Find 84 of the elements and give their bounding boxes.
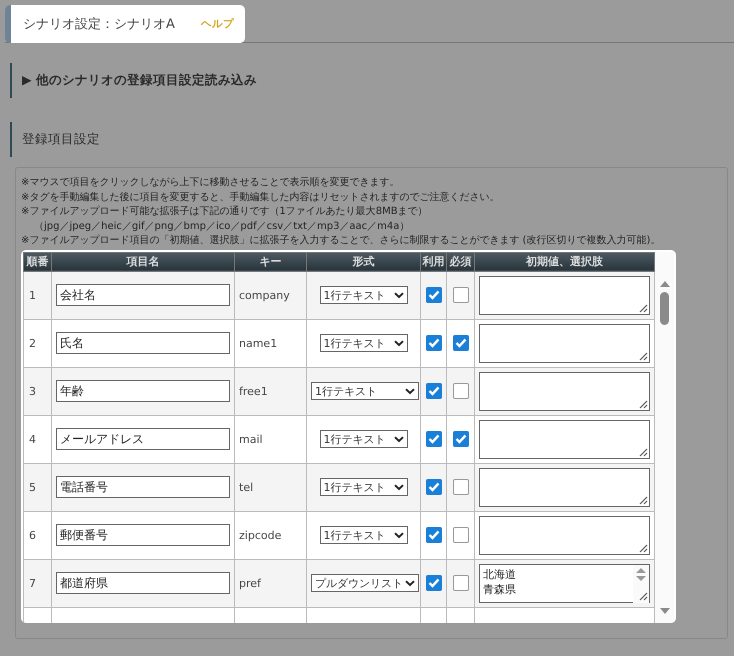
scrollbar[interactable] bbox=[655, 252, 674, 622]
resize-grip-icon bbox=[639, 544, 648, 552]
format-select[interactable]: 1行テキスト bbox=[320, 430, 408, 448]
initial-value-field[interactable] bbox=[479, 420, 650, 458]
chevron-down-icon bbox=[405, 580, 415, 586]
order-cell: 4 bbox=[24, 415, 52, 463]
note-text: ※ファイルアップロード可能な拡張子は下記の通りです（1ファイルあたり最大8MBまで） bbox=[21, 205, 429, 219]
column-header: 項目名 bbox=[52, 252, 234, 271]
initial-value-field[interactable] bbox=[479, 516, 650, 554]
format-select[interactable]: 1行テキスト bbox=[320, 526, 408, 544]
item-name-field[interactable]: 電話番号 bbox=[56, 476, 230, 498]
chevron-down-icon bbox=[394, 484, 404, 490]
key-cell: pref bbox=[234, 559, 306, 607]
column-header: キー bbox=[234, 252, 306, 271]
resize-grip-icon bbox=[639, 448, 648, 456]
item-name-field[interactable]: 郵便番号 bbox=[56, 524, 230, 546]
key-cell: tel bbox=[234, 463, 306, 511]
item-name-field[interactable]: 氏名 bbox=[56, 332, 230, 354]
order-cell: 1 bbox=[24, 271, 52, 319]
required-checkbox[interactable] bbox=[452, 527, 468, 543]
required-checkbox[interactable] bbox=[452, 431, 468, 447]
initial-value-field[interactable]: 北海道 青森県 bbox=[479, 564, 650, 602]
column-header: 初期値、選択肢 bbox=[474, 252, 654, 271]
column-header: 順番 bbox=[24, 252, 52, 271]
format-select[interactable]: 1行テキスト bbox=[320, 286, 408, 304]
key-cell: free1 bbox=[234, 367, 306, 415]
use-checkbox[interactable] bbox=[426, 431, 442, 447]
note-text: ※タグを手動編集した後に項目を変更すると、手動編集した内容はリセットされますのでご注意ください。 bbox=[21, 190, 500, 204]
initial-value-field[interactable] bbox=[479, 324, 650, 362]
initial-value-field[interactable] bbox=[479, 276, 650, 314]
resize-grip-icon bbox=[639, 496, 648, 504]
format-select[interactable]: 1行テキスト bbox=[320, 478, 408, 496]
resize-grip-icon bbox=[639, 304, 648, 312]
section-toggle[interactable]: ▶ 他のシナリオの登録項目設定読み込み bbox=[10, 63, 734, 98]
required-checkbox[interactable] bbox=[452, 383, 468, 399]
chevron-down-icon bbox=[405, 388, 415, 394]
resize-grip-icon bbox=[639, 352, 648, 360]
column-header: 利用 bbox=[420, 252, 446, 271]
order-cell: 2 bbox=[24, 319, 52, 367]
scroll-thumb[interactable] bbox=[660, 292, 669, 324]
note-text: （jpg／jpeg／heic／gif／png／bmp／ico／pdf／csv／txt／mp3／aac／m4a） bbox=[33, 220, 410, 234]
initial-value-field[interactable] bbox=[479, 468, 650, 506]
item-name-field[interactable]: メールアドレス bbox=[56, 428, 230, 450]
note-text: ※ファイルアップロード項目の「初期値、選択肢」に拡張子を入力することで、さらに制限することができます (改行区切りで複数入力可能)。 bbox=[21, 234, 662, 248]
key-cell: mail bbox=[234, 415, 306, 463]
order-cell: 5 bbox=[24, 463, 52, 511]
scroll-up-icon[interactable] bbox=[658, 280, 670, 288]
note-text: ※マウスで項目をクリックしながら上下に移動させることで表示順を変更できます。 bbox=[21, 176, 400, 190]
order-cell: 3 bbox=[24, 367, 52, 415]
use-checkbox[interactable] bbox=[426, 527, 442, 543]
use-checkbox[interactable] bbox=[426, 335, 442, 351]
item-name-field[interactable]: 年齢 bbox=[56, 380, 230, 402]
key-cell: name1 bbox=[234, 319, 306, 367]
required-checkbox[interactable] bbox=[452, 287, 468, 303]
initial-value-field[interactable] bbox=[479, 372, 650, 410]
format-select[interactable]: プルダウンリスト bbox=[311, 574, 419, 592]
order-cell: 7 bbox=[24, 559, 52, 607]
use-checkbox[interactable] bbox=[426, 479, 442, 495]
order-cell: 6 bbox=[24, 511, 52, 559]
scroll-down-icon[interactable] bbox=[658, 606, 670, 614]
chevron-down-icon bbox=[394, 436, 404, 442]
use-checkbox[interactable] bbox=[426, 383, 442, 399]
item-name-field[interactable]: 会社名 bbox=[56, 284, 230, 306]
chevron-down-icon bbox=[394, 340, 404, 346]
format-select[interactable]: 1行テキスト bbox=[320, 334, 408, 352]
use-checkbox[interactable] bbox=[426, 575, 442, 591]
option-line: 北海道 bbox=[482, 566, 517, 582]
use-checkbox[interactable] bbox=[426, 287, 442, 303]
format-select[interactable]: 1行テキスト bbox=[311, 382, 419, 400]
chevron-down-icon bbox=[394, 532, 404, 538]
column-header: 必須 bbox=[446, 252, 474, 271]
resize-grip-icon bbox=[639, 592, 648, 600]
column-header: 形式 bbox=[306, 252, 420, 271]
resize-grip-icon bbox=[639, 400, 648, 408]
key-cell: company bbox=[234, 271, 306, 319]
required-checkbox[interactable] bbox=[452, 335, 468, 351]
option-line: 青森県 bbox=[482, 582, 517, 596]
item-name-field[interactable]: 都道府県 bbox=[56, 572, 230, 594]
required-checkbox[interactable] bbox=[452, 479, 468, 495]
required-checkbox[interactable] bbox=[452, 575, 468, 591]
section-heading: 登録項目設定 bbox=[10, 122, 734, 157]
chevron-down-icon bbox=[394, 292, 404, 298]
key-cell: zipcode bbox=[234, 511, 306, 559]
page-title: シナリオ設定：シナリオA bbox=[23, 16, 175, 33]
